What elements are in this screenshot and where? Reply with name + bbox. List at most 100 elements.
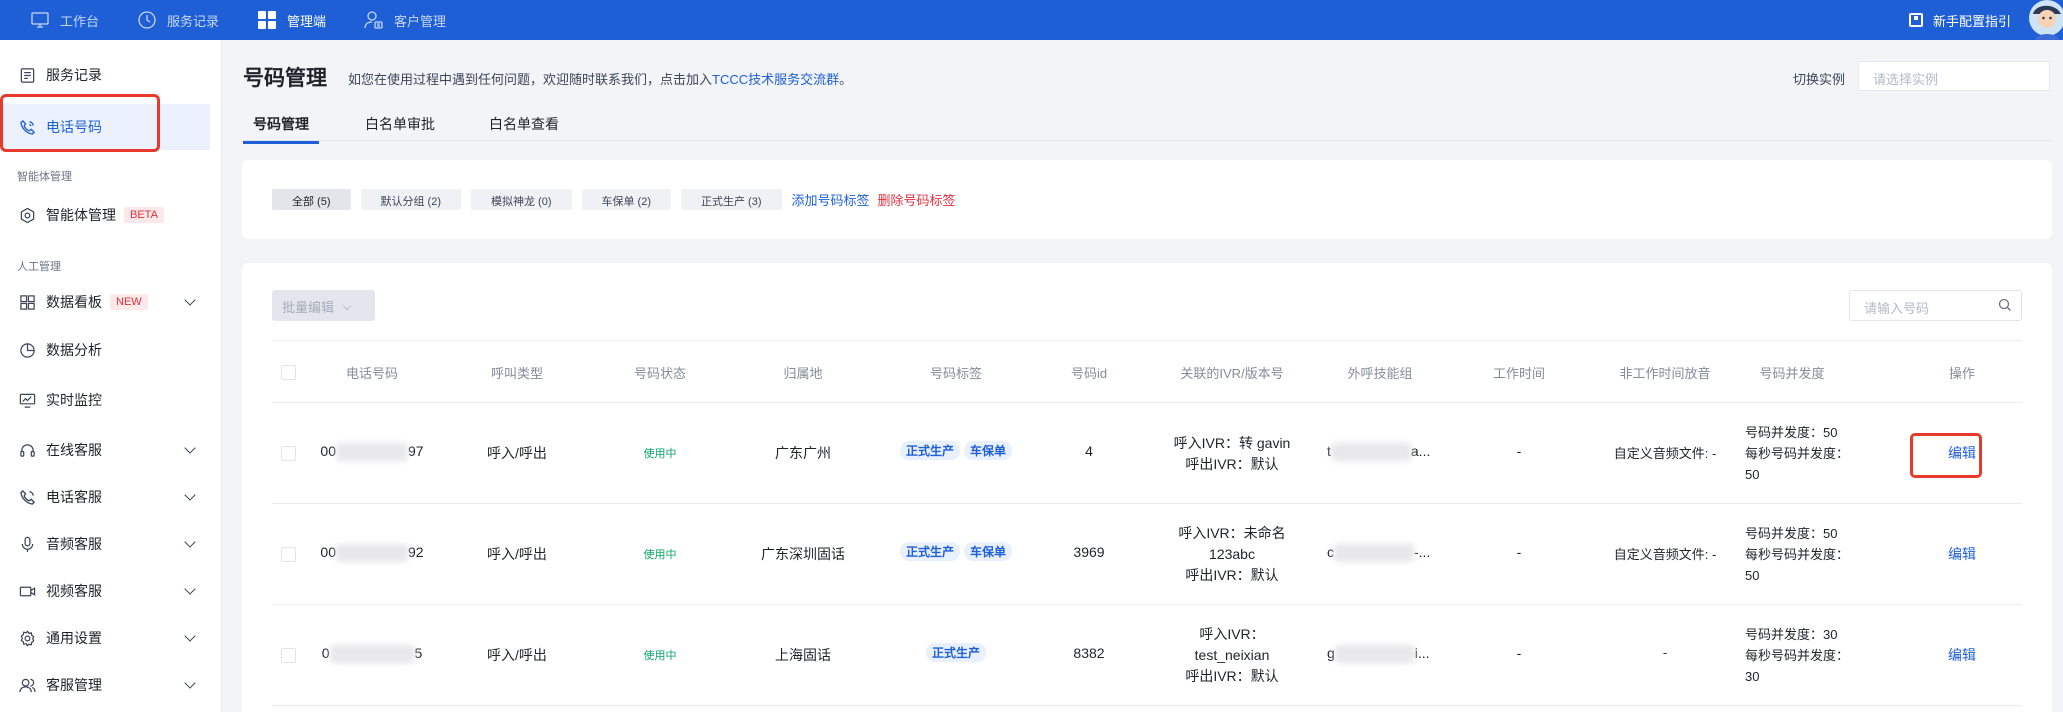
top-nav-workbench[interactable]: 工作台 — [30, 10, 99, 30]
hexagon-icon — [18, 206, 36, 224]
ivr-in: 呼入IVR： — [1199, 626, 1265, 642]
redacted-skill — [1334, 544, 1414, 563]
search-input[interactable]: 请输入号码 — [1849, 290, 2022, 321]
filter-chip-simulation[interactable]: 模拟神龙 (0) — [471, 189, 572, 210]
work-time-cell: - — [1516, 443, 1522, 459]
id-cell: 8382 — [1073, 645, 1105, 661]
ivr-out: 呼出IVR：默认 — [1185, 456, 1279, 472]
tccc-group-link[interactable]: TCCC技术服务交流群 — [712, 72, 839, 87]
row-checkbox[interactable] — [281, 648, 296, 663]
sidebar-item-video-service[interactable]: 视频客服 — [0, 568, 222, 614]
sidebar-item-label: 音频客服 — [46, 536, 102, 552]
batch-edit-label: 批量编辑 — [282, 300, 335, 315]
top-bar: 工作台 服务记录 管理端 客户管理 新手配置指引 — [0, 0, 2063, 40]
skill-group-cell: c -... — [1315, 544, 1445, 563]
filter-chip-car-insurance[interactable]: 车保单 (2) — [581, 189, 671, 210]
microphone-icon — [18, 535, 36, 553]
avatar[interactable] — [2027, 0, 2063, 40]
header-skill-group: 外呼技能组 — [1347, 366, 1413, 381]
people-icon — [18, 676, 36, 694]
sidebar-item-general-settings[interactable]: 通用设置 — [0, 615, 222, 661]
sidebar-item-phone-service[interactable]: 电话客服 — [0, 474, 222, 520]
table-row: 00 92 呼入/呼出 使用中 广东深圳固话 正式生产 车保单 3969 呼入IVR… — [272, 504, 2022, 605]
top-nav-label: 服务记录 — [167, 13, 220, 29]
tag-production: 正式生产 — [899, 441, 960, 460]
filter-chip-default[interactable]: 默认分组 (2) — [360, 189, 461, 210]
add-tag-link[interactable]: 添加号码标签 — [792, 190, 870, 209]
filter-chip-production[interactable]: 正式生产 (3) — [681, 189, 782, 210]
status-cell: 使用中 — [643, 549, 677, 561]
dashboard-icon — [18, 293, 36, 311]
top-nav: 工作台 服务记录 管理端 客户管理 — [0, 0, 484, 40]
header-work-time: 工作时间 — [1492, 366, 1545, 381]
skill-end: i... — [1414, 645, 1430, 661]
ivr-cell: 呼入IVR：未命名 123abc 呼出IVR：默认 — [1152, 523, 1312, 586]
sidebar-item-data-analysis[interactable]: 数据分析 — [0, 327, 222, 373]
per-second-label: 每秒号码并发度： — [1745, 446, 1850, 461]
ivr-out: 呼出IVR：默认 — [1185, 567, 1279, 583]
sidebar-item-dashboard[interactable]: 数据看板 NEW — [0, 279, 222, 325]
header-off-hours-audio: 非工作时间放音 — [1619, 366, 1711, 381]
ivr-in: 呼入IVR：转 gavin — [1173, 435, 1291, 451]
row-checkbox[interactable] — [281, 446, 296, 461]
tag-car-insurance: 车保单 — [964, 542, 1013, 561]
tab-whitelist-view[interactable]: 白名单查看 — [481, 114, 567, 140]
tab-whitelist-approval[interactable]: 白名单审批 — [357, 114, 443, 140]
sidebar-item-agent-management[interactable]: 智能体管理 BETA — [0, 192, 222, 238]
ivr-cell: 呼入IVR：转 gavin 呼出IVR：默认 — [1152, 433, 1312, 475]
per-second-value: 30 — [1745, 669, 1760, 684]
phone-end: 5 — [414, 645, 423, 661]
row-checkbox[interactable] — [281, 547, 296, 562]
header-phone: 电话号码 — [345, 366, 398, 381]
phone-icon — [18, 488, 36, 506]
avatar-icon — [2029, 0, 2063, 40]
desc-suffix: 。 — [839, 72, 853, 87]
per-second-value: 50 — [1745, 568, 1760, 583]
tag-production: 正式生产 — [899, 542, 960, 561]
sidebar-item-label: 实时监控 — [46, 392, 102, 408]
sidebar-item-online-service[interactable]: 在线客服 — [0, 427, 222, 473]
header-ivr: 关联的IVR/版本号 — [1180, 366, 1284, 381]
new-badge: NEW — [110, 294, 148, 310]
clock-icon — [138, 11, 156, 29]
location-cell: 广东广州 — [775, 445, 831, 461]
chevron-down-icon — [184, 677, 196, 689]
sidebar-item-realtime-monitor[interactable]: 实时监控 — [0, 377, 222, 423]
header-tags: 号码标签 — [929, 366, 982, 381]
skill-start: c — [1327, 544, 1334, 560]
phone-start: 0 — [321, 645, 330, 661]
desc-prefix: 如您在使用过程中遇到任何问题，欢迎随时联系我们，点击加入 — [348, 72, 713, 87]
tab-number-management[interactable]: 号码管理 — [243, 114, 319, 144]
search-placeholder: 请输入号码 — [1864, 301, 1930, 316]
redacted-skill — [1334, 645, 1415, 664]
edit-link[interactable]: 编辑 — [1948, 546, 1976, 562]
document-icon — [18, 66, 36, 84]
sidebar-item-service-records[interactable]: 服务记录 — [0, 52, 222, 98]
sidebar-item-audio-service[interactable]: 音频客服 — [0, 521, 222, 567]
concurrency-value: 号码并发度：50 — [1745, 526, 1838, 541]
select-all-checkbox[interactable] — [281, 365, 296, 380]
tabs-divider — [243, 140, 2051, 141]
filter-chip-all[interactable]: 全部 (5) — [272, 189, 351, 210]
tags-cell: 正式生产 — [886, 643, 1026, 662]
concurrency-value: 号码并发度：30 — [1745, 627, 1838, 642]
tag-car-insurance: 车保单 — [964, 441, 1013, 460]
redacted-skill — [1330, 443, 1411, 462]
sidebar-group-manual: 人工管理 — [17, 261, 61, 273]
top-nav-customer-management[interactable]: 客户管理 — [364, 10, 446, 30]
phone-end: 92 — [408, 544, 424, 560]
instance-select[interactable]: 请选择实例 — [1858, 61, 2050, 91]
monitor-chart-icon — [18, 391, 36, 409]
guide-link[interactable]: 新手配置指引 — [1908, 0, 2011, 40]
edit-link[interactable]: 编辑 — [1948, 647, 1976, 663]
top-nav-admin[interactable]: 管理端 — [257, 10, 326, 30]
redacted-phone — [329, 645, 415, 664]
ivr-in: 呼入IVR：未命名 — [1178, 525, 1286, 541]
top-nav-service-records[interactable]: 服务记录 — [137, 10, 219, 30]
skill-end: -... — [1414, 544, 1431, 560]
batch-edit-button[interactable]: 批量编辑 — [272, 290, 375, 321]
sidebar-item-agent-staff[interactable]: 客服管理 — [0, 662, 222, 708]
delete-tag-link[interactable]: 删除号码标签 — [878, 190, 956, 209]
sidebar-item-label: 视频客服 — [46, 583, 102, 599]
phone-start: 00 — [320, 443, 336, 459]
